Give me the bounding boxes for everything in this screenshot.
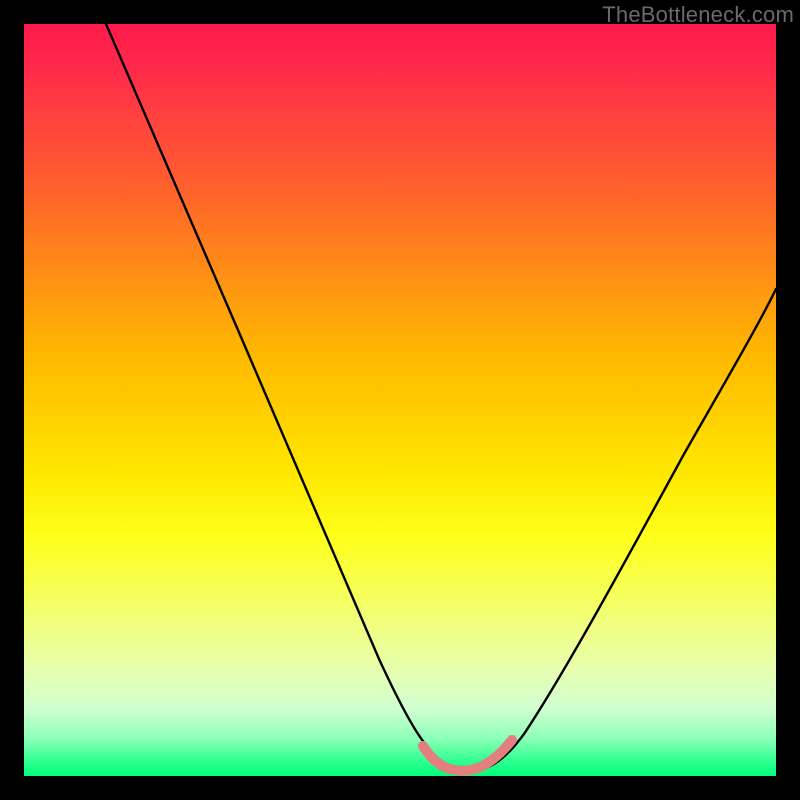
chart-svg bbox=[24, 24, 776, 776]
chart-container: TheBottleneck.com bbox=[0, 0, 800, 800]
optimal-zone-highlight bbox=[423, 740, 512, 771]
bottleneck-curve bbox=[106, 24, 776, 771]
plot-area bbox=[24, 24, 776, 776]
watermark-text: TheBottleneck.com bbox=[602, 2, 794, 28]
